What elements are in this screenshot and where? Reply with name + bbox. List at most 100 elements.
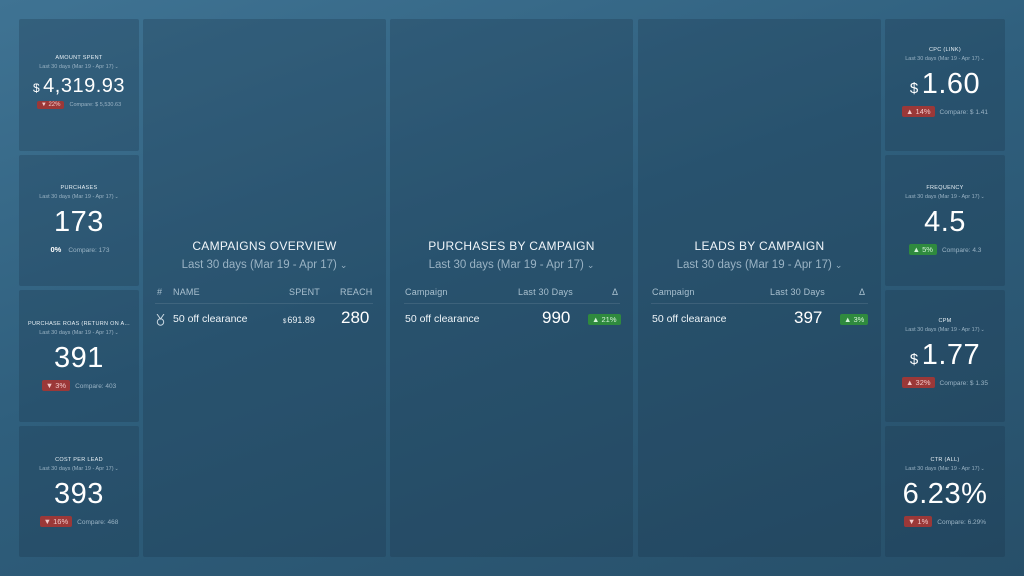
date-range-dropdown[interactable]: Last 30 days (Mar 19 - Apr 17)⌄ <box>638 259 881 271</box>
delta-badge: ▼ 3% <box>41 380 71 391</box>
date-range-label: Last 30 days (Mar 19 - Apr 17) <box>905 327 980 333</box>
delta-badge: ▲ 14% <box>902 106 935 117</box>
date-range-dropdown[interactable]: Last 30 days (Mar 19 - Apr 17)⌄ <box>885 56 1005 62</box>
kpi-title: COST PER LEAD <box>55 457 103 463</box>
column-header-name[interactable]: NAME <box>173 287 200 297</box>
kpi-compare: ▼ 22% Compare: $ 5,530.63 <box>19 101 139 109</box>
date-range-dropdown[interactable]: Last 30 days (Mar 19 - Apr 17)⌄ <box>885 327 1005 333</box>
column-header-last-30-days[interactable]: Last 30 Days <box>770 287 825 297</box>
date-range-dropdown[interactable]: Last 30 days (Mar 19 - Apr 17)⌄ <box>885 466 1005 472</box>
kpi-value: $1.77 <box>885 341 1005 370</box>
header-divider <box>155 303 373 304</box>
panel-title: PURCHASES BY CAMPAIGN <box>428 239 595 253</box>
campaigns-overview-panel: CAMPAIGNS OVERVIEW Last 30 days (Mar 19 … <box>143 19 386 557</box>
date-range-dropdown[interactable]: Last 30 days (Mar 19 - Apr 17)⌄ <box>19 330 139 336</box>
kpi-compare: 0% Compare: 173 <box>19 244 139 255</box>
kpi-value: 393 <box>19 480 139 509</box>
date-range-dropdown[interactable]: Last 30 days (Mar 19 - Apr 17)⌄ <box>143 259 386 271</box>
column-header-last-30-days[interactable]: Last 30 Days <box>518 287 573 297</box>
kpi-compare: ▲ 32% Compare: $ 1.35 <box>885 377 1005 388</box>
kpi-number: 391 <box>54 342 104 374</box>
kpi-purchases[interactable]: PURCHASES Last 30 days (Mar 19 - Apr 17)… <box>19 155 139 286</box>
delta-badge: ▲ 21% <box>588 314 621 325</box>
date-range-dropdown[interactable]: Last 30 days (Mar 19 - Apr 17)⌄ <box>19 64 139 70</box>
chevron-down-icon: ⌄ <box>980 56 985 62</box>
column-header-reach[interactable]: REACH <box>340 287 373 297</box>
spent-number: 691.89 <box>287 315 315 325</box>
kpi-value: 4.5 <box>885 208 1005 237</box>
leads-by-campaign-panel: LEADS BY CAMPAIGN Last 30 days (Mar 19 -… <box>638 19 881 557</box>
compare-text: Compare: 468 <box>77 519 119 526</box>
column-header-campaign[interactable]: Campaign <box>652 287 695 297</box>
date-range-label: Last 30 days (Mar 19 - Apr 17) <box>428 259 584 271</box>
date-range-dropdown[interactable]: Last 30 days (Mar 19 - Apr 17)⌄ <box>19 194 139 200</box>
kpi-number: 393 <box>54 478 104 510</box>
delta-badge: ▼ 1% <box>903 516 933 527</box>
purchases-value: 990 <box>542 308 571 327</box>
column-header-delta[interactable]: Δ <box>612 287 618 297</box>
campaign-name: 50 off clearance <box>652 313 727 325</box>
date-range-label: Last 30 days (Mar 19 - Apr 17) <box>39 64 114 70</box>
kpi-compare: ▲ 5% Compare: 4.3 <box>885 244 1005 255</box>
kpi-amount-spent[interactable]: AMOUNT SPENT Last 30 days (Mar 19 - Apr … <box>19 19 139 151</box>
chevron-down-icon: ⌄ <box>114 466 119 472</box>
kpi-purchase-roas[interactable]: PURCHASE ROAS (RETURN ON A... Last 30 da… <box>19 290 139 422</box>
currency-symbol: $ <box>909 80 919 97</box>
date-range-dropdown[interactable]: Last 30 days (Mar 19 - Apr 17)⌄ <box>885 194 1005 200</box>
chevron-down-icon: ⌄ <box>114 330 119 336</box>
header-divider <box>404 303 620 304</box>
delta-badge: ▲ 3% <box>840 314 869 325</box>
campaign-name: 50 off clearance <box>405 313 480 325</box>
column-header-campaign[interactable]: Campaign <box>405 287 448 297</box>
column-header-delta[interactable]: Δ <box>859 287 865 297</box>
currency-symbol: $ <box>909 351 919 368</box>
compare-text: Compare: $ 5,530.63 <box>69 102 122 108</box>
date-range-label: Last 30 days (Mar 19 - Apr 17) <box>905 466 980 472</box>
spent-value: $691.89 <box>283 315 315 325</box>
date-range-label: Last 30 days (Mar 19 - Apr 17) <box>905 56 980 62</box>
chevron-down-icon: ⌄ <box>980 194 985 200</box>
medal-icon <box>156 313 165 329</box>
kpi-title: CTR (ALL) <box>930 457 960 463</box>
chevron-down-icon: ⌄ <box>339 260 348 270</box>
currency-symbol: $ <box>32 81 41 95</box>
kpi-frequency[interactable]: FREQUENCY Last 30 days (Mar 19 - Apr 17)… <box>885 155 1005 286</box>
kpi-number: 1.60 <box>921 68 981 100</box>
delta-badge: 0% <box>50 245 62 254</box>
kpi-cpc-link[interactable]: CPC (LINK) Last 30 days (Mar 19 - Apr 17… <box>885 19 1005 151</box>
delta-badge: ▼ 22% <box>36 101 65 109</box>
delta-badge: ▲ 32% <box>902 377 935 388</box>
chevron-down-icon: ⌄ <box>114 194 119 200</box>
panel-title: CAMPAIGNS OVERVIEW <box>192 239 337 253</box>
leads-value: 397 <box>794 308 823 327</box>
purchases-by-campaign-panel: PURCHASES BY CAMPAIGN Last 30 days (Mar … <box>390 19 633 557</box>
kpi-title: CPC (LINK) <box>928 47 962 53</box>
kpi-number: 1.77 <box>921 339 981 371</box>
panel-title: LEADS BY CAMPAIGN <box>694 239 825 253</box>
column-header-index[interactable]: # <box>157 287 162 297</box>
delta-badge: ▲ 5% <box>908 244 937 255</box>
kpi-title: PURCHASE ROAS (RETURN ON A... <box>28 321 130 327</box>
delta-badge: ▼ 16% <box>39 516 73 527</box>
date-range-label: Last 30 days (Mar 19 - Apr 17) <box>39 194 114 200</box>
date-range-label: Last 30 days (Mar 19 - Apr 17) <box>181 259 337 271</box>
compare-text: Compare: $ 1.35 <box>939 380 988 387</box>
kpi-title: FREQUENCY <box>926 185 964 191</box>
chevron-down-icon: ⌄ <box>980 466 985 472</box>
kpi-ctr-all[interactable]: CTR (ALL) Last 30 days (Mar 19 - Apr 17)… <box>885 426 1005 557</box>
kpi-number: 173 <box>54 206 104 238</box>
date-range-dropdown[interactable]: Last 30 days (Mar 19 - Apr 17)⌄ <box>19 466 139 472</box>
kpi-cpm[interactable]: CPM Last 30 days (Mar 19 - Apr 17)⌄ $1.7… <box>885 290 1005 422</box>
kpi-number: 6.23% <box>902 478 988 510</box>
chevron-down-icon: ⌄ <box>114 64 119 70</box>
kpi-compare: ▲ 14% Compare: $ 1.41 <box>885 106 1005 117</box>
kpi-title: CPM <box>938 318 952 324</box>
kpi-compare: ▼ 3% Compare: 403 <box>19 380 139 391</box>
date-range-dropdown[interactable]: Last 30 days (Mar 19 - Apr 17)⌄ <box>390 259 633 271</box>
currency-symbol: $ <box>283 319 287 325</box>
kpi-cost-per-lead[interactable]: COST PER LEAD Last 30 days (Mar 19 - Apr… <box>19 426 139 557</box>
date-range-label: Last 30 days (Mar 19 - Apr 17) <box>905 194 980 200</box>
compare-text: Compare: 403 <box>75 383 117 390</box>
date-range-label: Last 30 days (Mar 19 - Apr 17) <box>39 466 114 472</box>
column-header-spent[interactable]: SPENT <box>289 287 320 297</box>
